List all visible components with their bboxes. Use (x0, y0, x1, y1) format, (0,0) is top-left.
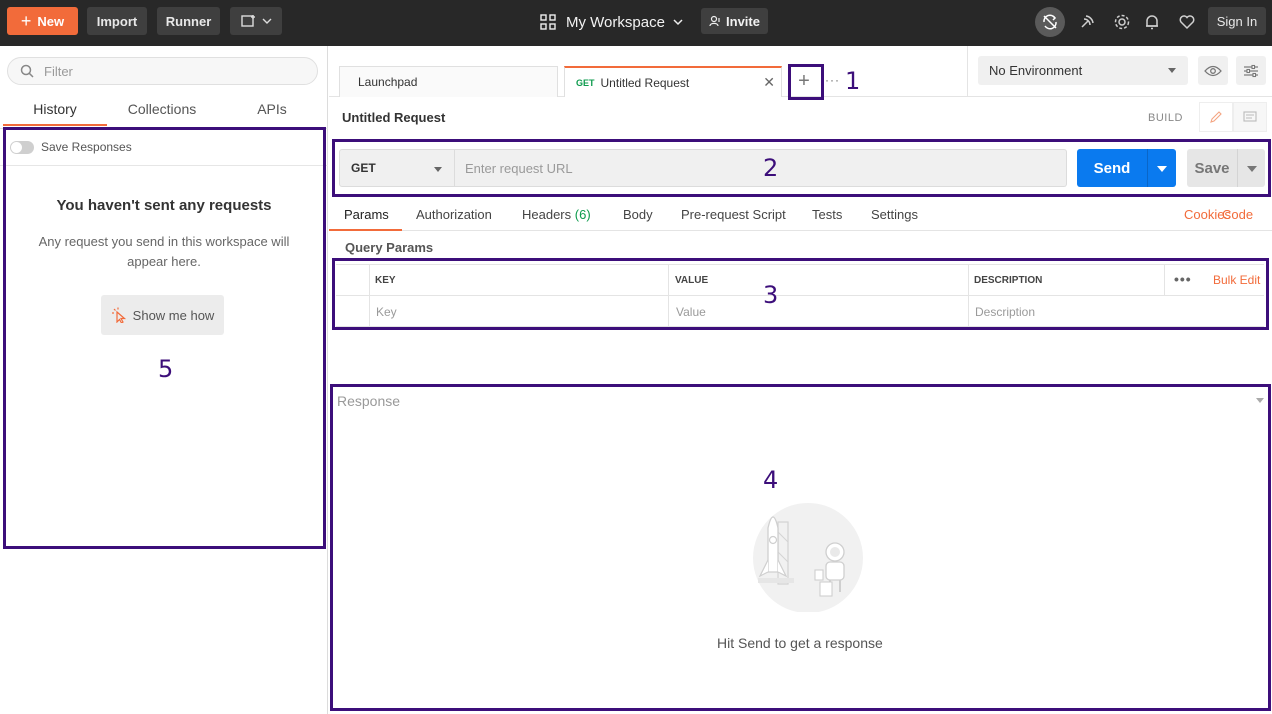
annotation-box-5 (3, 127, 326, 549)
new-button[interactable]: + New (7, 7, 78, 35)
headers-count: (6) (574, 207, 591, 222)
heart-icon (1179, 15, 1195, 30)
tab-launchpad-label: Launchpad (358, 75, 418, 89)
manage-environments-button[interactable] (1236, 56, 1266, 85)
environment-select[interactable]: No Environment (978, 56, 1188, 85)
request-config-tabs: Params Authorization Headers (6) Body Pr… (329, 203, 1272, 231)
bell-icon (1146, 15, 1158, 30)
settings-button[interactable] (1107, 7, 1137, 37)
tab-body[interactable]: Body (623, 207, 653, 222)
plus-icon: + (20, 11, 32, 31)
tab-untitled-label: Untitled Request (600, 75, 690, 90)
tab-tests[interactable]: Tests (812, 207, 842, 222)
workspace-switcher[interactable]: My Workspace (540, 11, 693, 33)
pencil-icon (1210, 111, 1222, 123)
annotation-label-4: 4 (763, 466, 779, 494)
edit-button[interactable] (1199, 102, 1233, 132)
build-mode-label: BUILD (1148, 112, 1183, 124)
window-plus-icon (240, 15, 255, 27)
tab-headers[interactable]: Headers (6) (522, 207, 591, 222)
tab-params[interactable]: Params (344, 207, 389, 222)
grid-icon (540, 14, 556, 30)
favorites-button[interactable] (1172, 7, 1202, 37)
environment-selected: No Environment (989, 63, 1083, 78)
annotation-label-3: 3 (763, 281, 779, 309)
tab-collections[interactable]: Collections (112, 98, 212, 126)
chevron-down-icon (673, 19, 683, 26)
more-tabs-button[interactable]: ··· (825, 73, 840, 87)
close-icon[interactable]: ✕ (763, 74, 775, 91)
chevron-down-icon (262, 18, 271, 24)
tab-headers-label: Headers (522, 207, 572, 222)
import-button[interactable]: Import (87, 7, 147, 35)
layout-menu-button[interactable] (230, 7, 282, 35)
gear-icon (1114, 14, 1130, 30)
notifications-button[interactable] (1137, 7, 1167, 37)
invite-label: Invite (726, 13, 760, 29)
eye-icon (1204, 65, 1222, 76)
interceptor-button[interactable] (1072, 7, 1102, 37)
sidebar-tabs: History Collections APIs (0, 98, 328, 126)
comment-icon (1243, 111, 1257, 122)
tab-untitled-request[interactable]: GET Untitled Request ✕ (564, 66, 782, 97)
sliders-icon (1244, 64, 1258, 77)
annotation-box-2 (332, 139, 1271, 197)
search-icon (20, 64, 34, 78)
tab-history[interactable]: History (3, 98, 107, 126)
tab-pre-request-script[interactable]: Pre-request Script (681, 207, 786, 222)
new-button-label: New (37, 13, 65, 29)
active-tab-indicator (329, 229, 402, 231)
sync-off-icon (1043, 14, 1057, 30)
caret-down-icon (1168, 68, 1176, 73)
add-user-icon (709, 15, 720, 27)
query-params-heading: Query Params (345, 240, 434, 255)
tab-apis[interactable]: APIs (240, 98, 304, 126)
tab-launchpad[interactable]: Launchpad (339, 66, 558, 97)
sign-in-button[interactable]: Sign In (1208, 7, 1266, 35)
annotation-box-3 (332, 258, 1269, 330)
runner-button[interactable]: Runner (157, 7, 220, 35)
top-bar: + New Import Runner My Workspace Invite … (0, 0, 1272, 46)
request-tab-bar: Launchpad GET Untitled Request ✕ + ··· (329, 46, 967, 97)
invite-button[interactable]: Invite (701, 8, 768, 34)
request-title[interactable]: Untitled Request (342, 110, 445, 125)
satellite-icon (1081, 15, 1094, 28)
tab-settings[interactable]: Settings (871, 207, 918, 222)
annotation-label-1: 1 (845, 67, 861, 95)
filter-placeholder: Filter (44, 63, 73, 79)
filter-input[interactable]: Filter (7, 57, 318, 85)
annotation-box-1 (788, 64, 824, 100)
environment-bar: No Environment (967, 46, 1272, 97)
documentation-button[interactable] (1233, 102, 1267, 132)
annotation-label-2: 2 (763, 154, 779, 182)
annotation-box-4 (330, 384, 1271, 711)
code-link[interactable]: Code (1222, 207, 1253, 222)
sync-button[interactable] (1035, 7, 1065, 37)
workspace-name: My Workspace (566, 13, 665, 31)
annotation-label-5: 5 (158, 355, 174, 383)
environment-quick-look-button[interactable] (1198, 56, 1228, 85)
method-badge: GET (576, 77, 595, 88)
tab-authorization[interactable]: Authorization (416, 207, 492, 222)
